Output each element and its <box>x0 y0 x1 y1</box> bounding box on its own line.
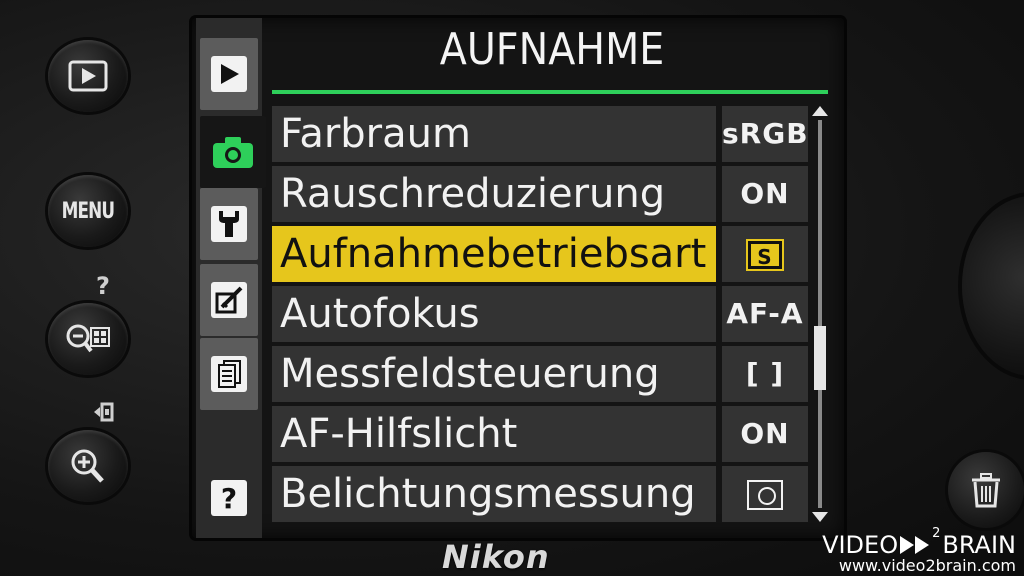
menu-item-label: Rauschreduzierung <box>272 166 716 222</box>
menu-title: AUFNAHME <box>439 24 665 75</box>
scroll-up-arrow-icon <box>812 106 828 116</box>
menu-item-label: Aufnahmebetriebsart <box>272 226 716 282</box>
scroll-down-arrow-icon <box>812 512 828 522</box>
tab-recent-settings[interactable] <box>200 338 258 410</box>
scroll-thumb[interactable] <box>814 326 826 390</box>
menu-item-label: Belichtungsmessung <box>272 466 716 522</box>
menu-item-farbraum[interactable]: Farbraum sRGB <box>272 104 812 164</box>
playback-icon <box>221 64 239 84</box>
multi-selector-dial[interactable] <box>962 196 1024 376</box>
wrench-icon <box>219 211 239 237</box>
tab-setup[interactable] <box>200 188 258 260</box>
watermark-logo-right: BRAIN <box>942 531 1016 559</box>
zoom-out-thumbnail-icon <box>66 324 110 353</box>
menu-item-label: Messfeldsteuerung <box>272 346 716 402</box>
trash-icon <box>972 473 1000 508</box>
watermark-logo-left: VIDEO <box>822 531 899 559</box>
watermark-logo-sup: 2 <box>932 525 941 541</box>
menu-item-value: sRGB <box>722 106 808 162</box>
menu-item-value: S <box>722 226 808 282</box>
tab-help[interactable]: ? <box>200 468 258 528</box>
menu-item-rauschreduzierung[interactable]: Rauschreduzierung ON <box>272 164 812 224</box>
camera-icon <box>213 137 253 168</box>
release-mode-badge: S <box>746 239 784 271</box>
zoom-in-icon <box>71 449 104 483</box>
delete-button[interactable] <box>948 452 1024 528</box>
camera-body: MENU ? Nikon ? AUFNAHME Farbraum sRGB Ra… <box>0 0 1024 576</box>
zoom-out-button[interactable] <box>48 303 128 375</box>
menu-item-value: ON <box>722 406 808 462</box>
menu-item-label: Autofokus <box>272 286 716 342</box>
menu-button[interactable]: MENU <box>48 175 128 247</box>
watermark: VIDEO 2 BRAIN www.video2brain.com <box>822 527 1016 575</box>
menu-item-label: AF-Hilfslicht <box>272 406 716 462</box>
menu-scrollbar[interactable] <box>812 106 828 522</box>
brand-logo: Nikon <box>442 538 550 576</box>
menu-item-label: Farbraum <box>272 106 716 162</box>
playback-button[interactable] <box>48 40 128 112</box>
menu-item-autofokus[interactable]: Autofokus AF-A <box>272 284 812 344</box>
menu-button-label: MENU <box>61 198 115 224</box>
recent-settings-icon <box>218 360 241 388</box>
scroll-track <box>818 120 822 508</box>
protect-key-icon <box>94 402 114 422</box>
tab-playback[interactable] <box>200 38 258 110</box>
playback-icon <box>68 60 108 92</box>
watermark-logo: VIDEO 2 BRAIN <box>822 527 1016 559</box>
menu-list: Farbraum sRGB Rauschreduzierung ON Aufna… <box>272 104 812 524</box>
menu-item-value: ON <box>722 166 808 222</box>
double-play-icon <box>900 536 930 554</box>
menu-item-value: AF-A <box>722 286 808 342</box>
tab-shooting[interactable] <box>200 116 266 188</box>
lcd-screen: ? AUFNAHME Farbraum sRGB Rauschreduzieru… <box>192 18 844 538</box>
menu-item-value <box>722 466 808 522</box>
menu-item-af-hilfslicht[interactable]: AF-Hilfslicht ON <box>272 404 812 464</box>
help-mark: ? <box>96 272 110 300</box>
help-icon: ? <box>211 480 247 516</box>
zoom-in-button[interactable] <box>48 430 128 502</box>
menu-item-messfeldsteuerung[interactable]: Messfeldsteuerung [ ] <box>272 344 812 404</box>
title-underline <box>272 90 828 94</box>
menu-tabs: ? <box>196 18 266 538</box>
matrix-metering-icon <box>747 480 783 510</box>
tab-retouch[interactable] <box>200 264 258 336</box>
af-area-icon: [ ] <box>722 346 808 402</box>
menu-item-aufnahmebetriebsart[interactable]: Aufnahmebetriebsart S <box>272 224 812 284</box>
watermark-url: www.video2brain.com <box>838 556 1016 575</box>
retouch-brush-icon <box>215 286 243 314</box>
help-icon-label: ? <box>220 481 238 515</box>
menu-item-belichtungsmessung[interactable]: Belichtungsmessung <box>272 464 812 524</box>
protect-mark <box>92 400 120 429</box>
